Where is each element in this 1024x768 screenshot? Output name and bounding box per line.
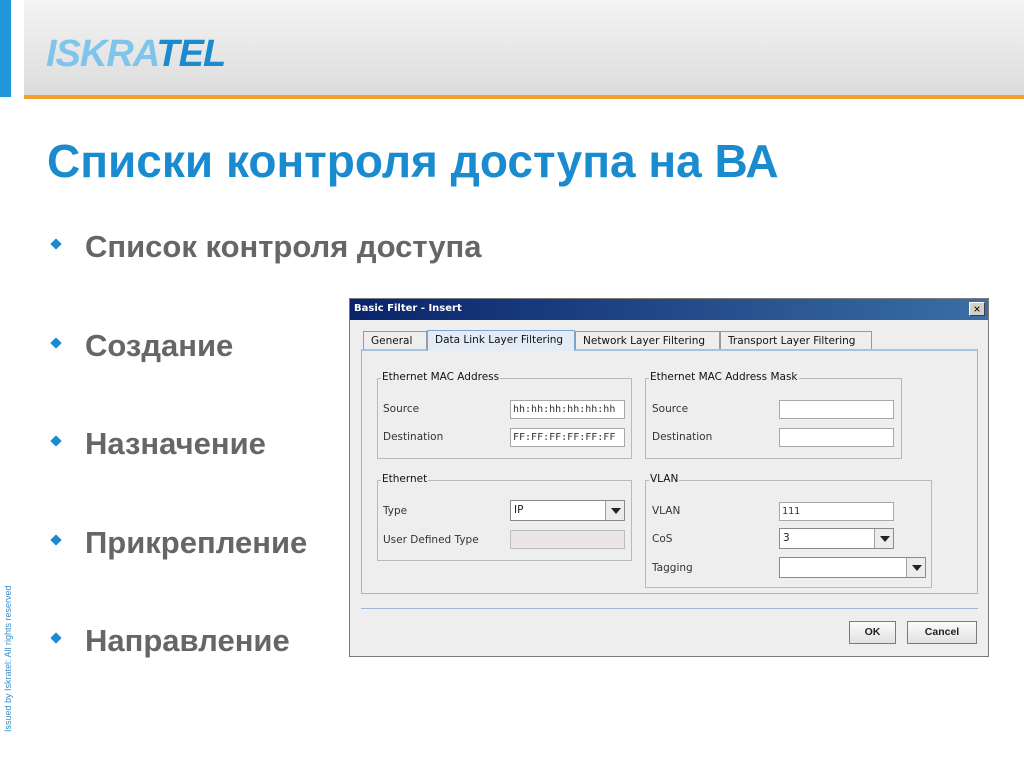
left-accent-bar (0, 0, 11, 97)
mac-mask-group: Ethernet MAC Address Mask Source Destina… (645, 371, 902, 459)
ok-button[interactable]: OK (849, 621, 896, 644)
chevron-down-icon[interactable] (605, 501, 624, 520)
mac-address-group: Ethernet MAC Address Source hh:hh:hh:hh:… (377, 371, 632, 459)
ethernet-group: Ethernet Type IP User Defined Type (377, 473, 632, 561)
mask-source-input[interactable] (779, 400, 894, 419)
type-label: Type (383, 505, 408, 517)
slide-title: Списки контроля доступа на ВА (47, 135, 779, 187)
vlan-group: VLAN VLAN 111 CoS 3 Tagging (645, 473, 932, 588)
header-orange-line (24, 95, 1024, 99)
type-select[interactable]: IP (510, 500, 625, 521)
bullet-text: Создание (85, 327, 234, 363)
tab-panel: Ethernet MAC Address Source hh:hh:hh:hh:… (361, 349, 978, 594)
group-title: Ethernet MAC Address Mask (649, 371, 799, 383)
dialog-title: Basic Filter - Insert (354, 303, 462, 314)
source-label: Source (383, 403, 420, 415)
mac-destination-input[interactable]: FF:FF:FF:FF:FF:FF (510, 428, 625, 447)
cancel-button[interactable]: Cancel (907, 621, 977, 644)
tagging-select[interactable] (779, 557, 926, 578)
cos-label: CoS (652, 533, 673, 545)
iskratel-logo: ISKRATEL (46, 33, 226, 75)
diamond-bullet-icon (50, 435, 62, 447)
user-defined-type-label: User Defined Type (383, 534, 479, 546)
dialog-titlebar[interactable]: Basic Filter - Insert × (350, 299, 988, 320)
type-value: IP (514, 504, 524, 516)
source-label: Source (652, 403, 689, 415)
vlan-label: VLAN (652, 505, 681, 517)
mac-source-input[interactable]: hh:hh:hh:hh:hh:hh (510, 400, 625, 419)
chevron-down-icon[interactable] (906, 558, 925, 577)
mask-destination-input[interactable] (779, 428, 894, 447)
diamond-bullet-icon (50, 533, 62, 546)
tagging-label: Tagging (652, 562, 693, 574)
vlan-input[interactable]: 111 (779, 502, 894, 521)
bullet-text: Прикрепление (85, 524, 308, 560)
diamond-bullet-icon (50, 336, 62, 349)
bullet-text: Направление (85, 623, 290, 658)
diamond-bullet-icon (50, 238, 62, 250)
user-defined-type-input[interactable] (510, 530, 625, 549)
close-button[interactable]: × (969, 302, 985, 316)
destination-label: Destination (383, 431, 444, 443)
tab-data-link-layer-filtering[interactable]: Data Link Layer Filtering (427, 330, 575, 351)
diamond-bullet-icon (50, 632, 62, 644)
cos-value: 3 (783, 532, 790, 544)
logo-part-1: ISKRA (46, 33, 157, 75)
basic-filter-dialog: Basic Filter - Insert × General Data Lin… (349, 298, 989, 657)
bullet-text: Назначение (85, 426, 266, 461)
group-title: VLAN (649, 473, 680, 485)
destination-label: Destination (652, 431, 713, 443)
footer-separator (361, 608, 978, 609)
cos-select[interactable]: 3 (779, 528, 894, 549)
bullet-text: Список контроля доступа (85, 229, 482, 264)
chevron-down-icon[interactable] (874, 529, 893, 548)
tab-general[interactable]: General (363, 331, 427, 350)
tab-network-layer-filtering[interactable]: Network Layer Filtering (575, 331, 720, 350)
copyright-note: Issued by Iskratel: All rights reserved (3, 585, 13, 732)
group-title: Ethernet (381, 473, 429, 485)
close-icon: × (973, 301, 981, 316)
group-title: Ethernet MAC Address (381, 371, 501, 383)
logo-part-2: TEL (156, 33, 226, 75)
tab-transport-layer-filtering[interactable]: Transport Layer Filtering (720, 331, 872, 350)
